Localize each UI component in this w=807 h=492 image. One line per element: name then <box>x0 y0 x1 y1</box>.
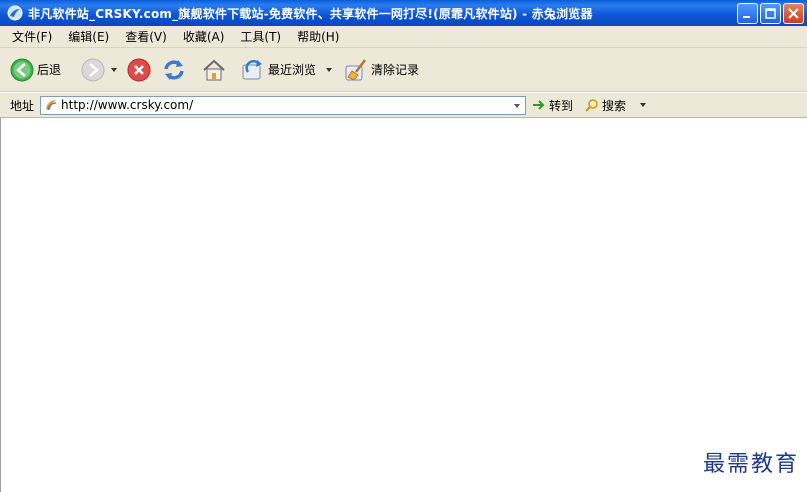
home-button[interactable] <box>201 58 227 82</box>
close-icon <box>788 7 799 19</box>
page-content-area[interactable]: 最需教育 <box>0 118 807 492</box>
minimize-button[interactable] <box>737 2 758 24</box>
browser-app-icon <box>7 5 23 21</box>
home-icon <box>203 59 225 80</box>
go-button[interactable]: 转到 <box>532 97 573 114</box>
go-arrow-icon <box>533 100 545 110</box>
address-input[interactable] <box>61 98 502 112</box>
menu-tools[interactable]: 工具(T) <box>232 28 289 45</box>
minimize-icon <box>743 15 750 18</box>
close-button[interactable] <box>783 2 804 24</box>
recent-label: 最近浏览 <box>268 63 317 77</box>
maximize-icon <box>765 7 776 19</box>
refresh-icon <box>164 59 184 80</box>
clear-label: 清除记录 <box>371 63 420 77</box>
window-controls <box>737 2 804 24</box>
menu-favorites[interactable]: 收藏(A) <box>175 28 233 45</box>
back-arrow-icon <box>10 58 34 81</box>
menu-help[interactable]: 帮助(H) <box>289 28 347 45</box>
watermark: 最需教育 <box>702 452 799 477</box>
window-title: 非凡软件站_CRSKY.com_旗舰软件下载站-免费软件、共享软件一网打尽!(原… <box>28 6 593 21</box>
stop-button[interactable] <box>127 58 151 82</box>
search-dropdown-icon[interactable] <box>638 100 648 110</box>
menu-file[interactable]: 文件(F) <box>0 28 60 45</box>
forward-dropdown-icon[interactable] <box>109 65 119 75</box>
title-bar[interactable]: 非凡软件站_CRSKY.com_旗舰软件下载站-免费软件、共享软件一网打尽!(原… <box>0 0 807 26</box>
menu-view[interactable]: 查看(V) <box>117 28 175 45</box>
forward-button[interactable] <box>81 58 121 82</box>
address-label: 地址 <box>10 98 35 113</box>
maximize-button[interactable] <box>760 2 781 24</box>
refresh-button[interactable] <box>161 57 187 83</box>
menu-bar: 文件(F) 编辑(E) 查看(V) 收藏(A) 工具(T) 帮助(H) <box>0 26 807 48</box>
back-button[interactable]: 后退 <box>10 58 61 82</box>
search-label: 搜索 <box>602 98 627 113</box>
history-icon <box>242 59 263 79</box>
navigation-toolbar: 后退 最近浏览 清除记录 <box>0 48 807 92</box>
back-label: 后退 <box>37 63 62 77</box>
broom-icon <box>345 58 367 81</box>
clear-history-button[interactable]: 清除记录 <box>344 58 419 82</box>
menu-edit[interactable]: 编辑(E) <box>60 28 117 45</box>
address-field[interactable] <box>40 95 527 115</box>
search-button[interactable]: 搜索 <box>585 97 650 114</box>
search-icon <box>585 99 598 112</box>
address-bar: 地址 转到 搜索 <box>0 93 807 118</box>
recent-browsing-button[interactable]: 最近浏览 <box>241 58 336 82</box>
stop-icon <box>127 58 151 81</box>
site-favicon-icon <box>46 100 57 111</box>
forward-arrow-icon <box>81 58 105 81</box>
recent-dropdown-icon[interactable] <box>324 65 334 75</box>
go-label: 转到 <box>549 98 574 113</box>
address-dropdown-icon[interactable] <box>512 101 522 111</box>
